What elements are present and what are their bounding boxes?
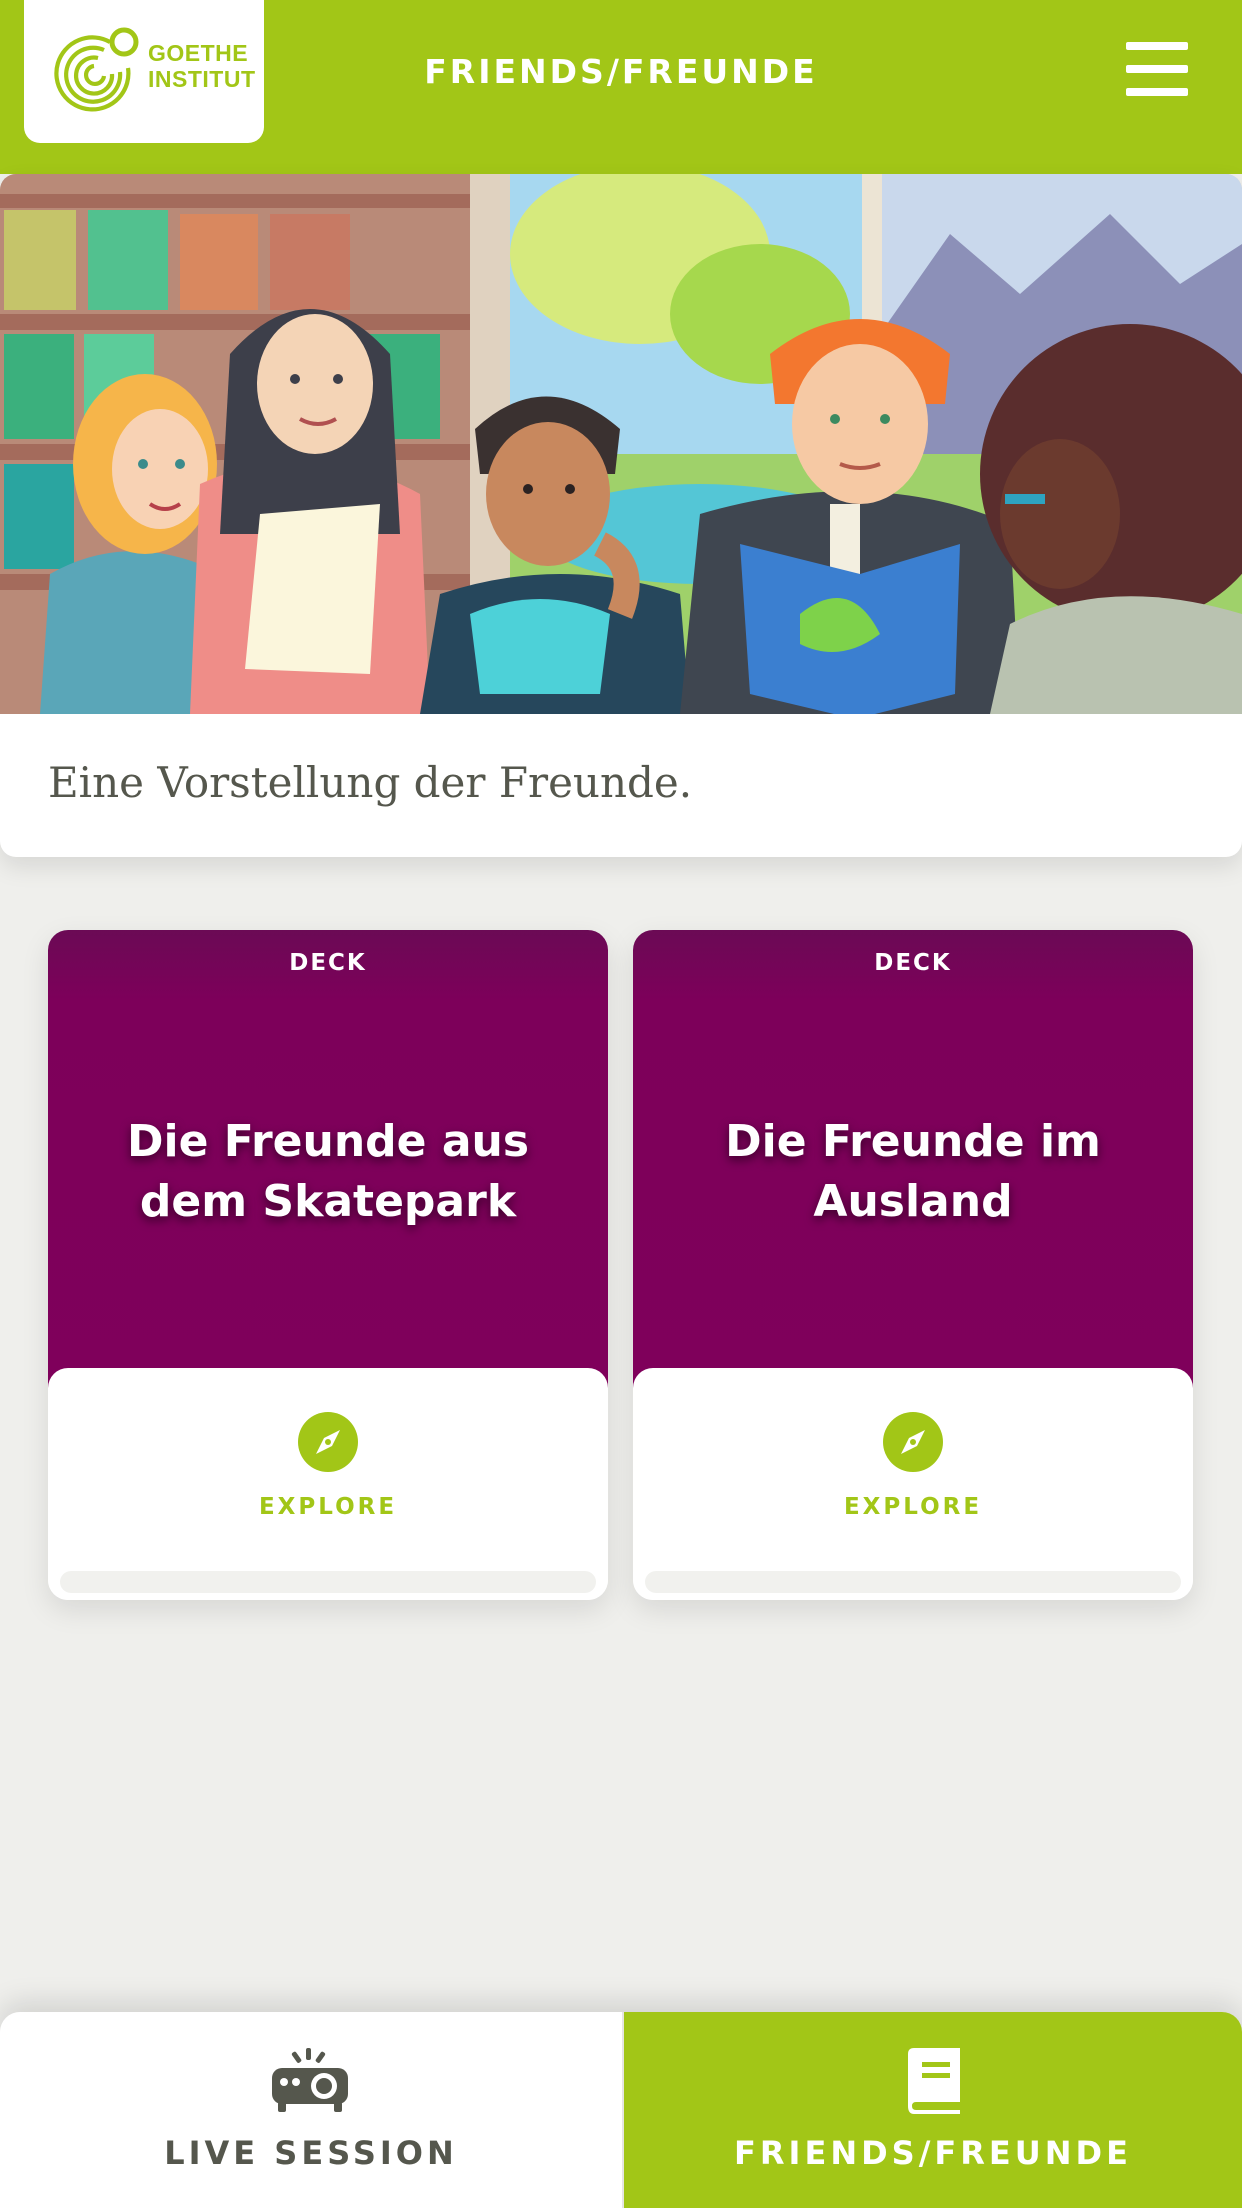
- deck-card-ausland[interactable]: DECK Die Freunde im Ausland EXPLORE: [633, 930, 1193, 1600]
- logo-wordmark: GOETHE INSTITUT: [148, 40, 256, 92]
- deck-type-label: DECK: [289, 950, 367, 976]
- page-title: FRIENDS/FREUNDE: [424, 52, 818, 91]
- deck-type-label: DECK: [874, 950, 952, 976]
- explore-button[interactable]: EXPLORE: [633, 1494, 1193, 1520]
- intro-caption: Eine Vorstellung der Freunde.: [48, 758, 693, 807]
- tab-label: LIVE SESSION: [164, 2134, 458, 2172]
- goethe-logo-icon: [54, 27, 139, 112]
- deck-cover[interactable]: DECK Die Freunde im Ausland: [633, 930, 1193, 1390]
- deck-cover[interactable]: DECK Die Freunde aus dem Skatepark: [48, 930, 608, 1390]
- hamburger-menu-button[interactable]: [1126, 42, 1188, 96]
- compass-icon: [298, 1412, 358, 1472]
- logo-text-line1: GOETHE: [148, 40, 249, 66]
- deck-progress-bar: [60, 1571, 596, 1593]
- intro-card: Eine Vorstellung der Freunde.: [0, 174, 1242, 857]
- tab-label: FRIENDS/FREUNDE: [734, 2134, 1132, 2172]
- goethe-institut-logo[interactable]: GOETHE INSTITUT: [24, 0, 264, 143]
- menu-bar-bottom: [1126, 88, 1188, 96]
- logo-text-line2: INSTITUT: [148, 66, 256, 92]
- tab-live-session[interactable]: LIVE SESSION: [0, 2012, 622, 2208]
- projector-icon: [272, 2048, 348, 2112]
- explore-button[interactable]: EXPLORE: [48, 1494, 608, 1520]
- menu-bar-middle: [1126, 65, 1188, 73]
- deck-explore-area[interactable]: EXPLORE: [48, 1368, 608, 1600]
- deck-progress-bar: [645, 1571, 1181, 1593]
- deck-title: Die Freunde aus dem Skatepark: [126, 1116, 530, 1227]
- book-icon: [908, 2048, 960, 2114]
- deck-title: Die Freunde im Ausland: [725, 1116, 1101, 1227]
- deck-card-skatepark[interactable]: DECK Die Freunde aus dem Skatepark EXPLO…: [48, 930, 608, 1600]
- menu-bar-top: [1126, 42, 1188, 50]
- compass-icon: [883, 1412, 943, 1472]
- app-header: GOETHE INSTITUT FRIENDS/FREUNDE: [0, 0, 1242, 174]
- deck-explore-area[interactable]: EXPLORE: [633, 1368, 1193, 1600]
- tab-friends-freunde[interactable]: FRIENDS/FREUNDE: [624, 2012, 1242, 2208]
- friends-illustration: [0, 174, 1242, 714]
- bottom-navigation: LIVE SESSION FRIENDS/FREUNDE: [0, 2012, 1242, 2208]
